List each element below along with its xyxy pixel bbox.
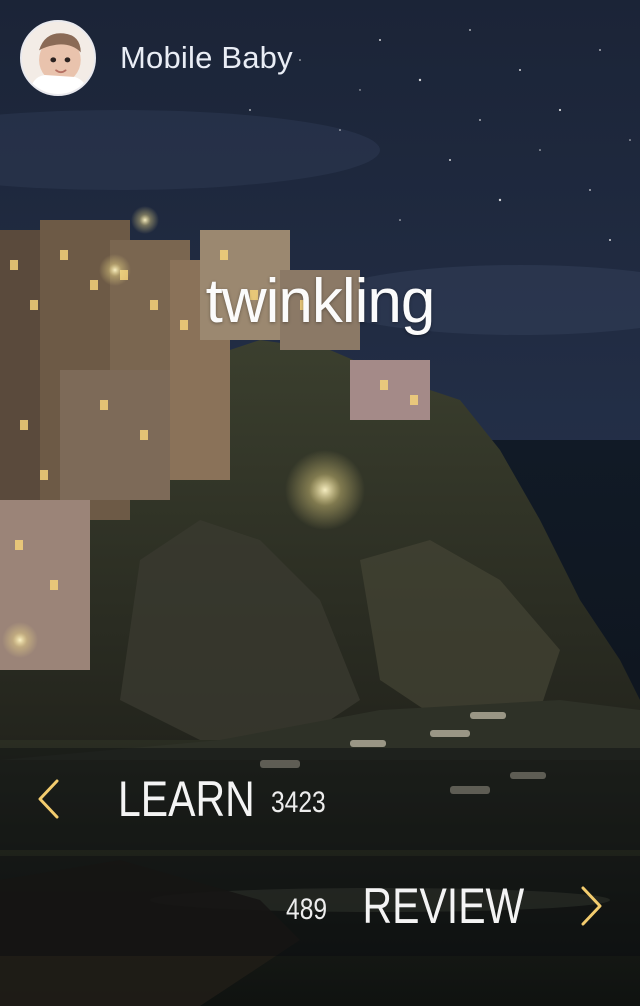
flashcard-word: twinkling (205, 267, 436, 336)
review-label: REVIEW (362, 878, 524, 934)
learn-label: LEARN (118, 771, 255, 827)
username-label: Mobile Baby (120, 40, 293, 75)
profile-header[interactable]: Mobile Baby (20, 20, 293, 96)
learn-count: 3423 (270, 786, 326, 819)
learn-button[interactable]: LEARN 3423 (0, 748, 640, 850)
chevron-left-icon (36, 778, 60, 820)
chevron-right-icon (580, 885, 604, 927)
review-button[interactable]: 489 REVIEW (0, 856, 640, 956)
baby-avatar[interactable] (20, 20, 96, 96)
review-count: 489 (285, 893, 327, 926)
